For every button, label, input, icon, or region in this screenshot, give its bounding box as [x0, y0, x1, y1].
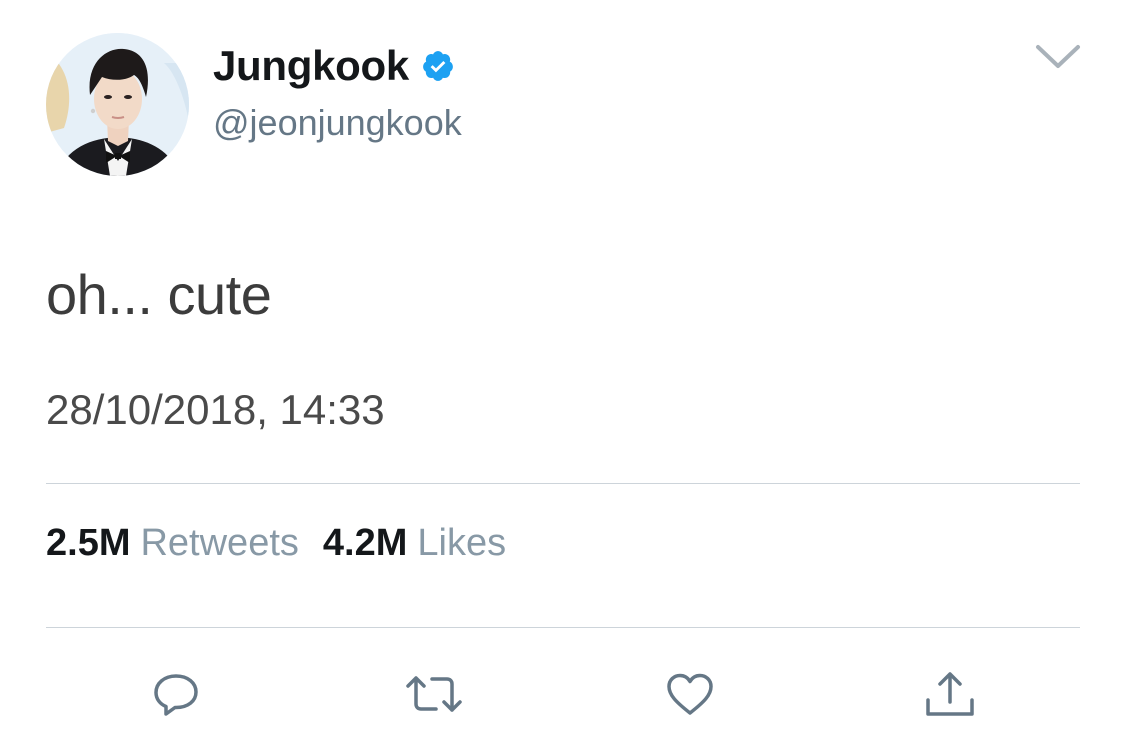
- share-button[interactable]: [922, 668, 974, 720]
- tweet-text: oh... cute: [46, 263, 272, 326]
- reply-icon: [154, 674, 198, 716]
- heart-icon: [667, 673, 713, 715]
- retweet-button[interactable]: [404, 668, 462, 720]
- likes-label[interactable]: Likes: [417, 522, 506, 565]
- profile-photo: [46, 33, 189, 176]
- verified-badge-icon: [423, 51, 453, 81]
- divider: [46, 483, 1080, 484]
- divider: [46, 627, 1080, 628]
- reply-button[interactable]: [150, 668, 202, 720]
- retweets-label[interactable]: Retweets: [140, 522, 298, 565]
- chevron-down-icon[interactable]: [1034, 42, 1082, 72]
- likes-count[interactable]: 4.2M: [323, 522, 407, 565]
- retweet-icon: [406, 676, 462, 712]
- share-icon: [926, 672, 974, 716]
- like-button[interactable]: [664, 668, 716, 720]
- author-handle[interactable]: @jeonjungkook: [213, 102, 462, 144]
- avatar[interactable]: [46, 33, 189, 176]
- tweet-stats: 2.5M Retweets 4.2M Likes: [46, 522, 530, 565]
- author-name-row: Jungkook: [213, 40, 455, 92]
- tweet-timestamp[interactable]: 28/10/2018, 14:33: [46, 386, 385, 434]
- retweets-count[interactable]: 2.5M: [46, 522, 130, 565]
- display-name[interactable]: Jungkook: [213, 42, 409, 90]
